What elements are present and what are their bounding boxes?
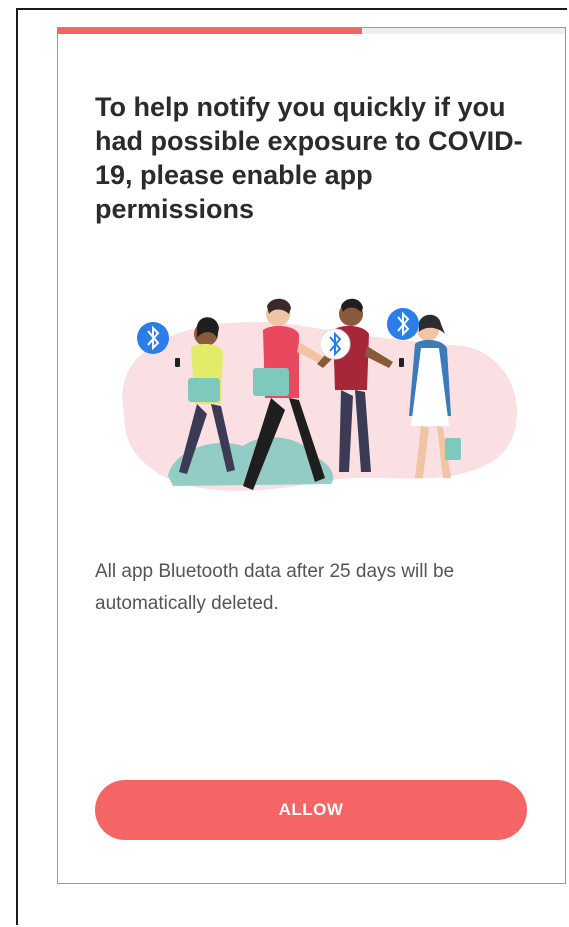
page-title: To help notify you quickly if you had po… [95, 92, 523, 224]
people-walking-illustration [122, 298, 518, 491]
bluetooth-bubble-left [137, 322, 169, 354]
bluetooth-bubble-center [319, 328, 351, 360]
allow-button[interactable]: ALLOW [95, 780, 527, 840]
info-text: All app Bluetooth data after 25 days wil… [95, 561, 455, 614]
progress-bar-fill [58, 28, 363, 34]
bluetooth-bubble-right [387, 308, 419, 340]
onboarding-screen: To help notify you quickly if you had po… [57, 27, 566, 884]
progress-bar [58, 28, 565, 34]
